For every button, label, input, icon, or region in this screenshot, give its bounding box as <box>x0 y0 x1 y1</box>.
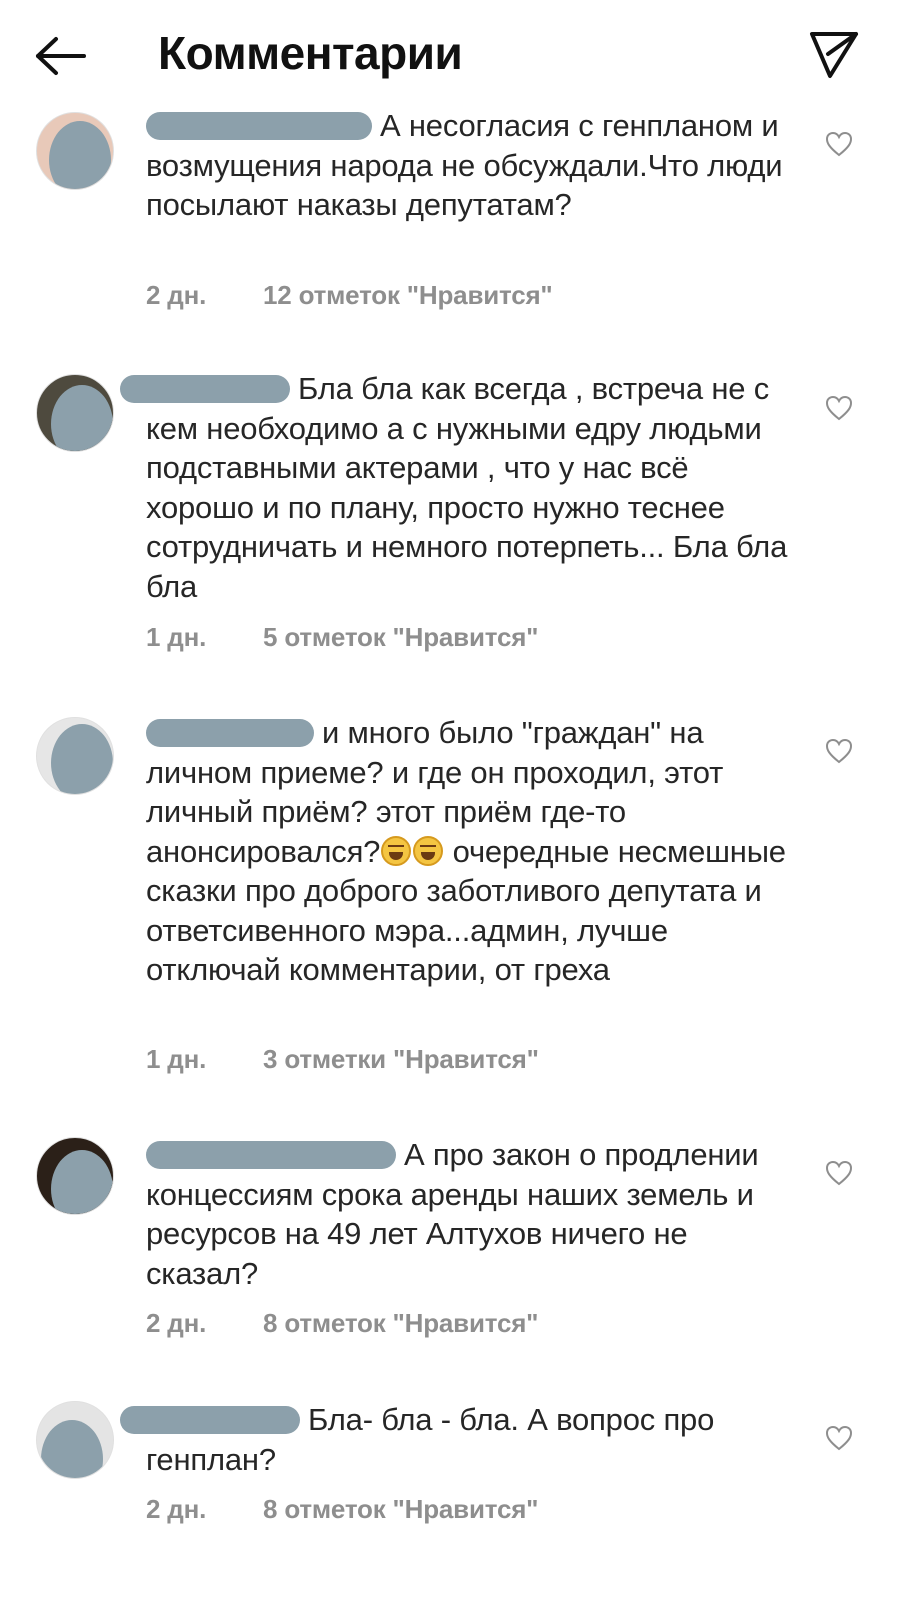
like-button[interactable] <box>822 127 856 161</box>
share-button[interactable] <box>802 24 866 84</box>
like-count[interactable]: 8 отметок "Нравится" <box>263 1308 538 1338</box>
avatar[interactable] <box>36 374 114 452</box>
comment-age: 2 дн. <box>146 1308 207 1338</box>
comment-age: 2 дн. <box>146 280 207 310</box>
avatar[interactable] <box>36 717 114 795</box>
like-button[interactable] <box>822 1421 856 1455</box>
username[interactable] <box>120 374 290 403</box>
heart-icon <box>825 395 853 421</box>
arrow-left-icon <box>36 37 86 75</box>
avatar[interactable] <box>36 1401 114 1479</box>
like-count[interactable]: 3 отметки "Нравится" <box>263 1044 539 1074</box>
comment-meta: 2 дн. 8 отметок "Нравится" <box>146 1308 539 1339</box>
username[interactable] <box>120 1405 300 1434</box>
like-button[interactable] <box>822 1156 856 1190</box>
comment-meta: 1 дн. 3 отметки "Нравится" <box>146 1044 539 1075</box>
laughing-emoji-icon <box>381 835 412 866</box>
like-count[interactable]: 5 отметок "Нравится" <box>263 622 538 652</box>
comment-age: 1 дн. <box>146 1044 207 1074</box>
avatar[interactable] <box>36 112 114 190</box>
comment-text: Бла- бла - бла. А вопрос про генплан? <box>120 1400 796 1479</box>
comment-text: Бла бла как всегда , встреча не с кем не… <box>120 369 796 606</box>
back-button[interactable] <box>28 30 92 82</box>
like-count[interactable]: 12 отметок "Нравится" <box>263 280 553 310</box>
comment-meta: 2 дн. 12 отметок "Нравится" <box>146 280 553 311</box>
like-button[interactable] <box>822 391 856 425</box>
comment-text: А про закон о продлении концессиям срока… <box>146 1137 759 1291</box>
header: Комментарии <box>0 0 919 100</box>
send-icon <box>810 32 858 78</box>
comment-meta: 1 дн. 5 отметок "Нравится" <box>146 622 539 653</box>
like-count[interactable]: 8 отметок "Нравится" <box>263 1494 538 1524</box>
comment-text: и много было "граждан" на личном приеме?… <box>146 715 786 987</box>
avatar[interactable] <box>36 1137 114 1215</box>
heart-icon <box>825 131 853 157</box>
laughing-emoji-icon <box>413 835 444 866</box>
username[interactable] <box>146 111 372 140</box>
comments-screen: Комментарии А несогласия с генпланом и в… <box>0 0 919 1599</box>
username[interactable] <box>146 1140 396 1169</box>
heart-icon <box>825 1160 853 1186</box>
comment-text: А несогласия с генпланом и возмущения на… <box>146 108 783 222</box>
comment-age: 1 дн. <box>146 622 207 652</box>
username[interactable] <box>146 718 314 747</box>
page-title: Комментарии <box>158 27 463 79</box>
heart-icon <box>825 738 853 764</box>
comment-meta: 2 дн. 8 отметок "Нравится" <box>146 1494 539 1525</box>
heart-icon <box>825 1425 853 1451</box>
comment-age: 2 дн. <box>146 1494 207 1524</box>
like-button[interactable] <box>822 734 856 768</box>
